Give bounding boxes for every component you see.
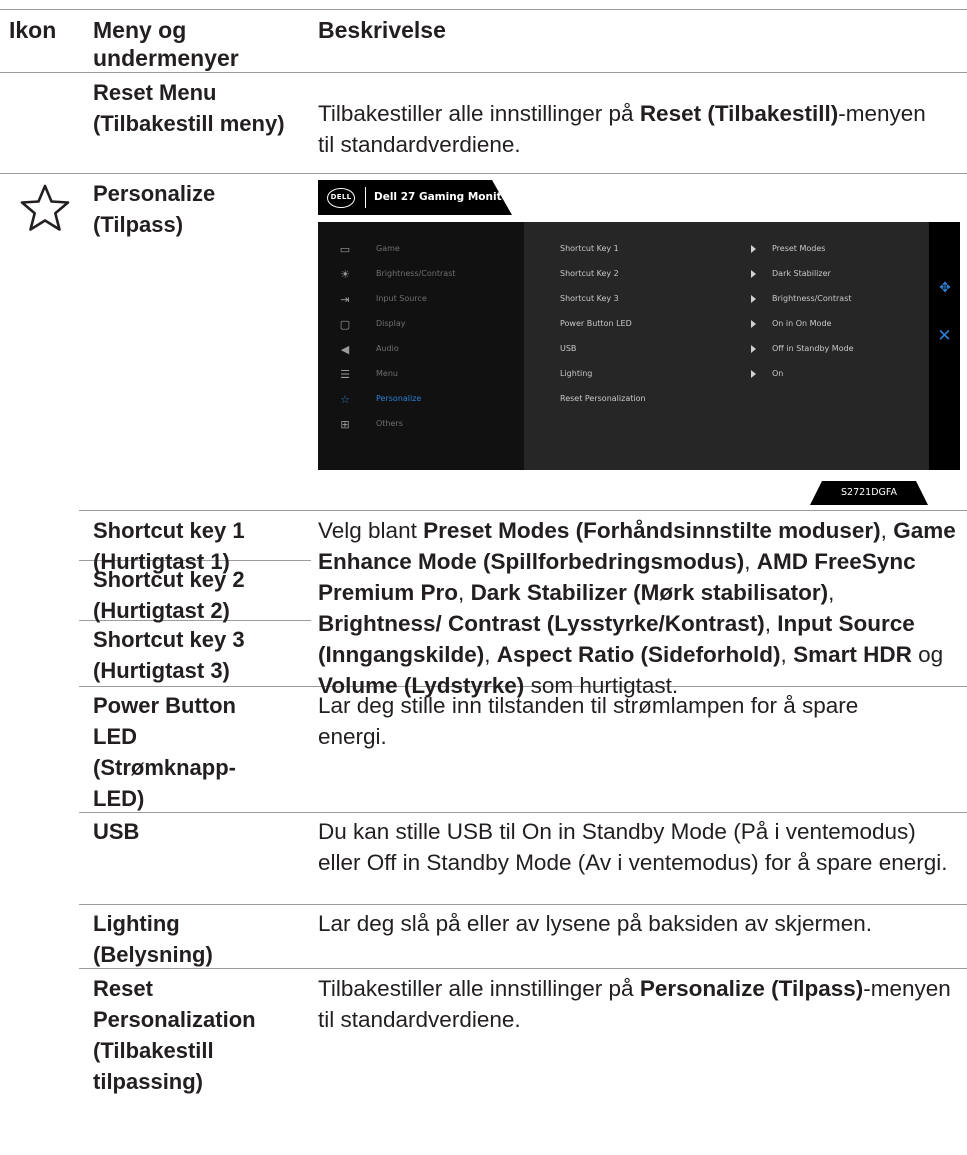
osd-menu-item-personalize[interactable]: ☆ Personalize [318,388,524,413]
power-button-led-name: Power Button LED (Strømknapp-LED) [93,693,236,811]
shortcut-keys-description: Velg blant Preset Modes (Forhåndsinnstil… [318,518,956,698]
menu-icon: ☰ [340,368,350,381]
dell-logo: DELL [327,188,355,208]
osd-setting-shortcut-key-1[interactable]: Shortcut Key 1 Preset Modes [524,238,929,263]
arrow-right-icon [751,370,756,378]
osd-main-menu: ▭ Game ☀ Brightness/Contrast ⇥ Input Source… [318,222,524,470]
osd-menu-item-menu[interactable]: ☰ Menu [318,363,524,388]
arrow-right-icon [751,295,756,303]
osd-setting-usb[interactable]: USB Off in Standby Mode [524,338,929,363]
osd-body: ▭ Game ☀ Brightness/Contrast ⇥ Input Source… [318,222,960,470]
osd-menu-item-others[interactable]: ⊞ Others [318,413,524,438]
reset-menu-description: Tilbakestiller alle innstillinger på Res… [318,101,926,157]
usb-description: Du kan stille USB til On in Standby Mode… [318,819,948,875]
osd-navigation-bar: ✥ ✕ [929,222,960,470]
game-icon: ▭ [339,243,351,256]
arrow-right-icon [751,345,756,353]
osd-setting-power-button-led[interactable]: Power Button LED On in On Mode [524,313,929,338]
osd-menu-item-display[interactable]: ▢ Display [318,313,524,338]
reset-personalization-description: Tilbakestiller alle innstillinger på Per… [318,976,951,1032]
shortcut-key-2-name: Shortcut key 2 (Hurtigtast 2) [93,567,245,623]
column-header-description: Beskrivelse [318,17,446,43]
model-badge: S2721DGFA [810,481,928,505]
osd-menu-item-brightness[interactable]: ☀ Brightness/Contrast [318,263,524,288]
audio-icon: ◀ [340,343,350,356]
osd-setting-shortcut-key-3[interactable]: Shortcut Key 3 Brightness/Contrast [524,288,929,313]
others-icon: ⊞ [340,418,350,431]
usb-name: USB [93,819,140,844]
osd-setting-lighting[interactable]: Lighting On [524,363,929,388]
row-rule [79,510,967,511]
reset-menu-name: Reset Menu (Tilbakestill meny) [93,80,285,136]
reset-personalization-name: Reset Personalization (Tilbakestill tilp… [93,976,256,1094]
row-rule [79,904,967,905]
shortcut-key-3-name: Shortcut key 3 (Hurtigtast 3) [93,627,245,683]
display-icon: ▢ [339,318,351,331]
osd-setting-reset-personalization[interactable]: Reset Personalization [524,388,929,413]
arrow-right-icon [751,245,756,253]
osd-menu-item-audio[interactable]: ◀ Audio [318,338,524,363]
osd-menu-item-input-source[interactable]: ⇥ Input Source [318,288,524,313]
input-icon: ⇥ [340,293,350,306]
row-rule [0,173,967,174]
column-header-menu: Meny og undermenyer [93,17,239,71]
lighting-name: Lighting (Belysning) [93,911,213,967]
close-icon[interactable]: ✕ [936,327,953,344]
osd-setting-shortcut-key-2[interactable]: Shortcut Key 2 Dark Stabilizer [524,263,929,288]
osd-menu-image: DELL Dell 27 Gaming Monitor ▭ Game ☀ Brigh… [318,180,960,505]
star-icon: ☆ [340,393,350,406]
column-header-icon: Ikon [9,17,57,43]
arrow-right-icon [751,320,756,328]
arrow-right-icon [751,270,756,278]
osd-header-divider [365,187,366,208]
lighting-description: Lar deg slå på eller av lysene på baksid… [318,911,873,936]
power-button-led-description: Lar deg stille inn tilstanden til strøml… [318,693,859,749]
table-top-rule [0,9,967,10]
osd-menu-item-game[interactable]: ▭ Game [318,238,524,263]
brightness-icon: ☀ [340,268,350,281]
osd-header: DELL Dell 27 Gaming Monitor [318,180,512,215]
navigation-joystick-icon[interactable]: ✥ [937,279,953,295]
star-icon [20,183,70,238]
osd-title: Dell 27 Gaming Monitor [374,191,514,203]
personalize-name: Personalize (Tilpass) [93,181,216,237]
osd-submenu: Shortcut Key 1 Preset Modes Shortcut Key … [524,222,929,470]
header-rule [0,72,967,73]
